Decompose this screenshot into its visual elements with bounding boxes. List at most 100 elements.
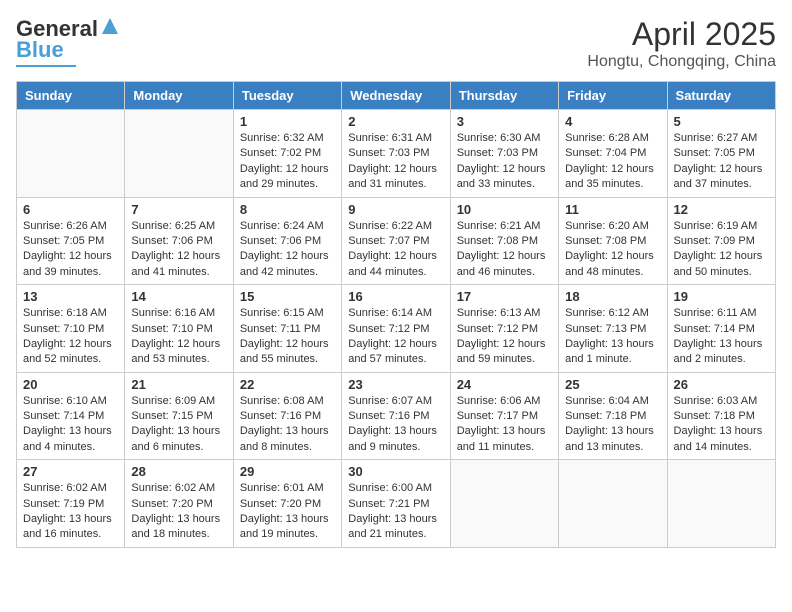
day-number: 16 xyxy=(348,289,443,304)
calendar-cell-5-5 xyxy=(450,460,558,548)
calendar-cell-5-6 xyxy=(559,460,667,548)
day-info: Sunrise: 6:02 AM Sunset: 7:19 PM Dayligh… xyxy=(23,481,118,543)
col-saturday: Saturday xyxy=(667,82,775,110)
day-number: 11 xyxy=(565,202,660,217)
calendar-cell-2-2: 7Sunrise: 6:25 AM Sunset: 7:06 PM Daylig… xyxy=(125,197,233,285)
calendar-cell-1-2 xyxy=(125,110,233,198)
week-row-1: 1Sunrise: 6:32 AM Sunset: 7:02 PM Daylig… xyxy=(17,110,776,198)
calendar-cell-1-7: 5 Sunrise: 6:27 AM Sunset: 7:05 PM Daylig… xyxy=(667,110,775,198)
day-number: 29 xyxy=(240,464,335,479)
calendar-cell-4-5: 24Sunrise: 6:06 AM Sunset: 7:17 PM Dayli… xyxy=(450,372,558,460)
day-number: 28 xyxy=(131,464,226,479)
day-info: Sunrise: 6:01 AM Sunset: 7:20 PM Dayligh… xyxy=(240,481,335,543)
day-number: 26 xyxy=(674,377,769,392)
calendar-header-row: Sunday Monday Tuesday Wednesday Thursday… xyxy=(17,82,776,110)
col-wednesday: Wednesday xyxy=(342,82,450,110)
day-number: 6 xyxy=(23,202,118,217)
day-info: Sunrise: 6:20 AM Sunset: 7:08 PM Dayligh… xyxy=(565,219,660,281)
day-number: 13 xyxy=(23,289,118,304)
day-number: 23 xyxy=(348,377,443,392)
day-number: 22 xyxy=(240,377,335,392)
calendar-cell-4-3: 22 Sunrise: 6:08 AM Sunset: 7:16 PM Dayli… xyxy=(233,372,341,460)
col-tuesday: Tuesday xyxy=(233,82,341,110)
day-number: 4 xyxy=(565,114,660,129)
calendar-cell-2-5: 10Sunrise: 6:21 AM Sunset: 7:08 PM Dayli… xyxy=(450,197,558,285)
day-info: Sunrise: 6:26 AM Sunset: 7:05 PM Dayligh… xyxy=(23,219,118,281)
calendar-cell-5-2: 28 Sunrise: 6:02 AM Sunset: 7:20 PM Dayli… xyxy=(125,460,233,548)
week-row-3: 13 Sunrise: 6:18 AM Sunset: 7:10 PM Dayli… xyxy=(17,285,776,373)
calendar-cell-4-7: 26 Sunrise: 6:03 AM Sunset: 7:18 PM Dayli… xyxy=(667,372,775,460)
calendar-cell-3-3: 15 Sunrise: 6:15 AM Sunset: 7:11 PM Dayli… xyxy=(233,285,341,373)
day-info: Sunrise: 6:19 AM Sunset: 7:09 PM Dayligh… xyxy=(674,219,769,281)
day-info: Sunrise: 6:12 AM Sunset: 7:13 PM Dayligh… xyxy=(565,306,660,368)
day-info: Sunrise: 6:10 AM Sunset: 7:14 PM Dayligh… xyxy=(23,394,118,456)
calendar-month-year: April 2025 xyxy=(587,16,776,53)
col-monday: Monday xyxy=(125,82,233,110)
calendar-cell-1-1 xyxy=(17,110,125,198)
calendar-cell-3-5: 17 Sunrise: 6:13 AM Sunset: 7:12 PM Dayli… xyxy=(450,285,558,373)
day-info: Sunrise: 6:09 AM Sunset: 7:15 PM Dayligh… xyxy=(131,394,226,456)
calendar-cell-2-6: 11 Sunrise: 6:20 AM Sunset: 7:08 PM Dayli… xyxy=(559,197,667,285)
col-thursday: Thursday xyxy=(450,82,558,110)
calendar-cell-1-3: 1Sunrise: 6:32 AM Sunset: 7:02 PM Daylig… xyxy=(233,110,341,198)
calendar-location: Hongtu, Chongqing, China xyxy=(587,53,776,71)
day-number: 5 xyxy=(674,114,769,129)
calendar-cell-3-2: 14 Sunrise: 6:16 AM Sunset: 7:10 PM Dayli… xyxy=(125,285,233,373)
day-number: 20 xyxy=(23,377,118,392)
logo-underline xyxy=(16,65,76,67)
week-row-4: 20 Sunrise: 6:10 AM Sunset: 7:14 PM Dayli… xyxy=(17,372,776,460)
day-number: 25 xyxy=(565,377,660,392)
day-info: Sunrise: 6:13 AM Sunset: 7:12 PM Dayligh… xyxy=(457,306,552,368)
day-number: 14 xyxy=(131,289,226,304)
day-info: Sunrise: 6:07 AM Sunset: 7:16 PM Dayligh… xyxy=(348,394,443,456)
calendar-cell-2-7: 12 Sunrise: 6:19 AM Sunset: 7:09 PM Dayli… xyxy=(667,197,775,285)
logo: General Blue xyxy=(16,16,120,67)
day-info: Sunrise: 6:25 AM Sunset: 7:06 PM Dayligh… xyxy=(131,219,226,281)
calendar-cell-3-6: 18 Sunrise: 6:12 AM Sunset: 7:13 PM Dayli… xyxy=(559,285,667,373)
day-number: 19 xyxy=(674,289,769,304)
day-info: Sunrise: 6:18 AM Sunset: 7:10 PM Dayligh… xyxy=(23,306,118,368)
day-info: Sunrise: 6:04 AM Sunset: 7:18 PM Dayligh… xyxy=(565,394,660,456)
day-number: 9 xyxy=(348,202,443,217)
col-sunday: Sunday xyxy=(17,82,125,110)
col-friday: Friday xyxy=(559,82,667,110)
day-info: Sunrise: 6:31 AM Sunset: 7:03 PM Dayligh… xyxy=(348,131,443,193)
day-info: Sunrise: 6:14 AM Sunset: 7:12 PM Dayligh… xyxy=(348,306,443,368)
day-number: 8 xyxy=(240,202,335,217)
calendar-cell-2-1: 6 Sunrise: 6:26 AM Sunset: 7:05 PM Daylig… xyxy=(17,197,125,285)
day-number: 15 xyxy=(240,289,335,304)
day-info: Sunrise: 6:27 AM Sunset: 7:05 PM Dayligh… xyxy=(674,131,769,193)
calendar-cell-3-7: 19 Sunrise: 6:11 AM Sunset: 7:14 PM Dayli… xyxy=(667,285,775,373)
calendar-cell-2-3: 8Sunrise: 6:24 AM Sunset: 7:06 PM Daylig… xyxy=(233,197,341,285)
day-number: 30 xyxy=(348,464,443,479)
calendar-cell-2-4: 9 Sunrise: 6:22 AM Sunset: 7:07 PM Daylig… xyxy=(342,197,450,285)
day-info: Sunrise: 6:00 AM Sunset: 7:21 PM Dayligh… xyxy=(348,481,443,543)
calendar-cell-5-3: 29 Sunrise: 6:01 AM Sunset: 7:20 PM Dayli… xyxy=(233,460,341,548)
day-info: Sunrise: 6:03 AM Sunset: 7:18 PM Dayligh… xyxy=(674,394,769,456)
calendar-cell-4-6: 25 Sunrise: 6:04 AM Sunset: 7:18 PM Dayli… xyxy=(559,372,667,460)
day-number: 17 xyxy=(457,289,552,304)
calendar-cell-3-1: 13 Sunrise: 6:18 AM Sunset: 7:10 PM Dayli… xyxy=(17,285,125,373)
day-info: Sunrise: 6:11 AM Sunset: 7:14 PM Dayligh… xyxy=(674,306,769,368)
calendar-cell-1-5: 3Sunrise: 6:30 AM Sunset: 7:03 PM Daylig… xyxy=(450,110,558,198)
calendar-cell-4-2: 21Sunrise: 6:09 AM Sunset: 7:15 PM Dayli… xyxy=(125,372,233,460)
calendar-cell-1-6: 4Sunrise: 6:28 AM Sunset: 7:04 PM Daylig… xyxy=(559,110,667,198)
logo-blue: Blue xyxy=(16,37,64,63)
day-info: Sunrise: 6:16 AM Sunset: 7:10 PM Dayligh… xyxy=(131,306,226,368)
day-info: Sunrise: 6:02 AM Sunset: 7:20 PM Dayligh… xyxy=(131,481,226,543)
calendar-table: Sunday Monday Tuesday Wednesday Thursday… xyxy=(16,81,776,548)
day-number: 18 xyxy=(565,289,660,304)
day-number: 27 xyxy=(23,464,118,479)
calendar-title-area: April 2025 Hongtu, Chongqing, China xyxy=(587,16,776,71)
day-number: 10 xyxy=(457,202,552,217)
calendar-cell-3-4: 16 Sunrise: 6:14 AM Sunset: 7:12 PM Dayli… xyxy=(342,285,450,373)
day-info: Sunrise: 6:08 AM Sunset: 7:16 PM Dayligh… xyxy=(240,394,335,456)
calendar-cell-5-7 xyxy=(667,460,775,548)
calendar-cell-4-1: 20 Sunrise: 6:10 AM Sunset: 7:14 PM Dayli… xyxy=(17,372,125,460)
day-number: 12 xyxy=(674,202,769,217)
day-info: Sunrise: 6:32 AM Sunset: 7:02 PM Dayligh… xyxy=(240,131,335,193)
week-row-5: 27 Sunrise: 6:02 AM Sunset: 7:19 PM Dayli… xyxy=(17,460,776,548)
day-info: Sunrise: 6:15 AM Sunset: 7:11 PM Dayligh… xyxy=(240,306,335,368)
day-info: Sunrise: 6:22 AM Sunset: 7:07 PM Dayligh… xyxy=(348,219,443,281)
calendar-cell-5-4: 30 Sunrise: 6:00 AM Sunset: 7:21 PM Dayli… xyxy=(342,460,450,548)
